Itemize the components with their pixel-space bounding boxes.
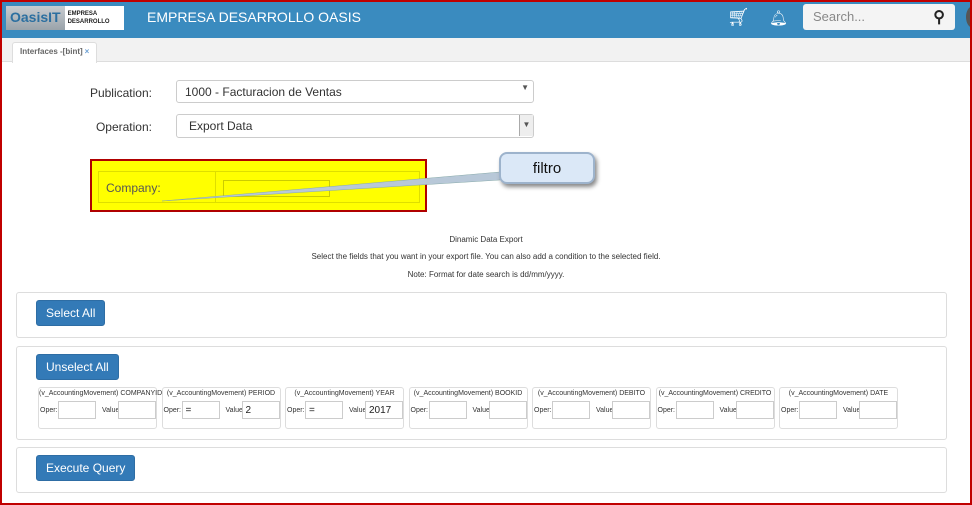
callout-pointer <box>161 171 501 202</box>
callout-filtro: filtro <box>499 152 595 184</box>
